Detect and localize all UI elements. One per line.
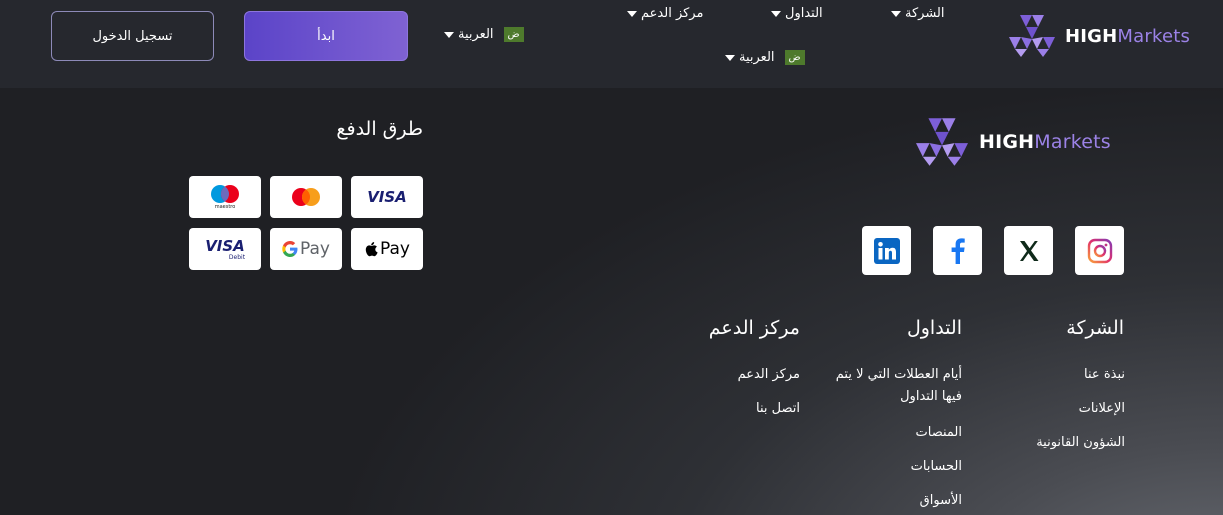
google-pay-card: Pay (270, 228, 342, 270)
login-button[interactable]: تسجيل الدخول (51, 11, 214, 61)
chevron-down-icon (725, 54, 735, 61)
apple-pay-icon (365, 242, 378, 257)
footer-link-announcements[interactable]: الإعلانات (990, 398, 1125, 420)
chevron-down-icon (627, 10, 637, 17)
footer-link-accounts[interactable]: الحسابات (812, 456, 962, 478)
apple-pay-label: Pay (380, 239, 410, 259)
google-pay-label: Pay (300, 239, 330, 259)
chevron-down-icon (444, 31, 454, 38)
brand-wordmark: HIGHMarkets (979, 131, 1111, 153)
language-flag-badge: ض (784, 50, 805, 65)
apple-pay-card: Pay (351, 228, 423, 270)
footer-brand-logo[interactable]: HIGHMarkets (913, 116, 1111, 168)
linkedin-button[interactable] (862, 226, 911, 275)
x-icon (1019, 240, 1038, 261)
visa-debit-icon: VISA (205, 236, 245, 255)
footer-link-platforms[interactable]: المنصات (812, 422, 962, 444)
logo-mark-icon (916, 118, 968, 166)
footer-link-markets[interactable]: الأسواق (812, 490, 962, 512)
language-label: العربية (458, 27, 494, 42)
footer-link-support-center[interactable]: مركز الدعم (680, 364, 800, 386)
site-header: HIGHMarkets الشركة التداول مركز الدعم ال… (0, 0, 1223, 88)
footer-link-trading-holidays[interactable]: أيام العطلات التي لا يتم فيها التداول (812, 364, 962, 408)
footer-support-title: مركز الدعم (708, 317, 800, 339)
language-selector[interactable]: العربية ض (444, 27, 524, 42)
footer-trading-title: التداول (906, 317, 962, 339)
maestro-label: maestro (214, 204, 236, 210)
logo-mark-icon (1009, 15, 1055, 57)
visa-card: VISA (351, 176, 423, 218)
footer-link-contact[interactable]: اتصل بنا (680, 398, 800, 420)
x-button[interactable] (1004, 226, 1053, 275)
payment-methods-title: طرق الدفع (336, 118, 423, 140)
nav-support[interactable]: مركز الدعم (627, 6, 703, 21)
chevron-down-icon (771, 10, 781, 17)
mastercard-icon (292, 188, 320, 206)
nav-company[interactable]: الشركة (891, 6, 945, 21)
visa-icon: VISA (367, 188, 407, 206)
maestro-card: maestro (189, 176, 261, 218)
instagram-button[interactable] (1075, 226, 1124, 275)
language-selector-secondary[interactable]: العربية ض (725, 50, 805, 65)
mastercard-card (270, 176, 342, 218)
footer-link-legal[interactable]: الشؤون القانونية (990, 432, 1125, 454)
instagram-icon (1087, 238, 1112, 263)
language-label: العربية (739, 50, 775, 65)
language-flag-badge: ض (503, 27, 524, 42)
nav-trading[interactable]: التداول (771, 6, 823, 21)
nav-company-label: الشركة (905, 6, 945, 21)
brand-wordmark: HIGHMarkets (1065, 25, 1191, 47)
linkedin-icon (873, 237, 900, 264)
nav-trading-label: التداول (785, 6, 823, 21)
footer-link-about[interactable]: نبذة عنا (990, 364, 1125, 386)
chevron-down-icon (891, 10, 901, 17)
visa-debit-sub: Debit (228, 253, 246, 261)
facebook-icon (951, 237, 965, 264)
nav-support-label: مركز الدعم (641, 6, 704, 21)
google-pay-icon (282, 241, 298, 257)
maestro-icon (211, 185, 239, 203)
start-button[interactable]: ابدأ (244, 11, 408, 61)
visa-debit-card: VISA Debit (189, 228, 261, 270)
brand-logo[interactable]: HIGHMarkets (1007, 13, 1190, 59)
footer-company-title: الشركة (1066, 317, 1124, 339)
facebook-button[interactable] (933, 226, 982, 275)
